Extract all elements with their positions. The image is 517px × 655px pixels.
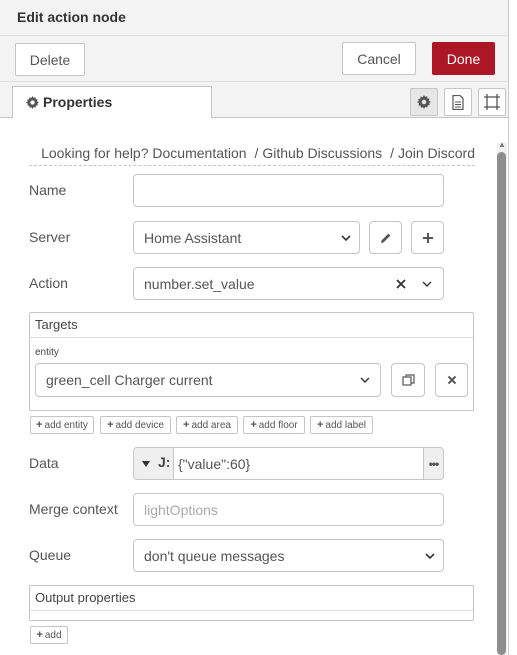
cancel-button[interactable]: Cancel: [342, 42, 416, 75]
clear-icon[interactable]: [396, 279, 406, 289]
plus-icon: +: [36, 629, 43, 641]
action-label: Action: [29, 275, 68, 291]
output-properties-panel: Output properties: [29, 585, 474, 621]
server-value: Home Assistant: [144, 229, 242, 246]
close-icon: [447, 375, 456, 385]
add-area-label: add area: [191, 419, 231, 431]
plus-icon: +: [183, 419, 190, 431]
edit-server-button[interactable]: [369, 221, 402, 254]
action-value: number.set_value: [144, 275, 255, 292]
name-label: Name: [29, 182, 67, 198]
action-combobox[interactable]: number.set_value: [133, 267, 444, 300]
plus-icon: +: [36, 419, 43, 431]
tab-description-button[interactable]: [444, 88, 472, 116]
add-device-button[interactable]: + add device: [100, 416, 171, 434]
name-input[interactable]: [133, 174, 444, 207]
add-output-button[interactable]: + add: [30, 626, 68, 644]
output-properties-title: Output properties: [35, 590, 136, 605]
remove-entity-button[interactable]: [435, 363, 468, 397]
entity-label: entity: [35, 347, 59, 358]
json-type-icon: J:: [158, 454, 171, 470]
data-label: Data: [29, 455, 59, 471]
plus-icon: [422, 232, 433, 243]
server-select[interactable]: Home Assistant: [133, 221, 360, 254]
targets-title: Targets: [35, 317, 78, 332]
add-output-label: add: [44, 629, 62, 641]
gear-icon: [417, 95, 431, 109]
tab-properties[interactable]: Properties: [12, 86, 212, 119]
plus-icon: +: [316, 419, 324, 431]
scrollbar-thumb[interactable]: [497, 152, 506, 655]
data-type-selector[interactable]: J:: [134, 448, 174, 479]
queue-select[interactable]: don't queue messages: [133, 539, 444, 572]
plus-icon: +: [250, 419, 257, 431]
ellipsis-icon: •••: [428, 456, 440, 471]
data-value[interactable]: {"value":60}: [178, 456, 250, 472]
entity-value: green_cell Charger current: [46, 372, 213, 388]
scroll-up-arrow[interactable]: ▲: [497, 140, 507, 150]
output-divider: [30, 610, 473, 611]
add-entity-button[interactable]: + add entity: [30, 416, 94, 434]
chevron-down-icon: [425, 553, 435, 560]
plus-icon: +: [107, 419, 114, 431]
add-floor-button[interactable]: + add floor: [243, 416, 305, 434]
copy-icon: [401, 374, 415, 386]
chevron-down-icon: [360, 377, 370, 383]
add-floor-label: add floor: [258, 419, 298, 431]
help-divider: [29, 165, 475, 166]
targets-divider: [30, 337, 473, 338]
github-discussions-link[interactable]: Github Discussions: [262, 145, 382, 161]
queue-label: Queue: [29, 547, 72, 563]
add-area-button[interactable]: + add area: [176, 416, 238, 434]
frame-icon: [484, 94, 500, 110]
tab-settings-button[interactable]: [410, 88, 438, 116]
gear-icon: [26, 96, 39, 109]
delete-button[interactable]: Delete: [15, 43, 85, 76]
chevron-down-icon: [341, 235, 351, 242]
help-separator: /: [254, 145, 259, 161]
tab-appearance-button[interactable]: [478, 88, 506, 116]
merge-context-label: Merge context: [29, 501, 118, 517]
expand-editor-button[interactable]: •••: [423, 448, 443, 479]
tab-properties-label: Properties: [43, 94, 113, 110]
add-server-button[interactable]: [411, 221, 444, 254]
help-separator: /: [390, 145, 394, 161]
join-discord-link[interactable]: Join Discord: [398, 145, 475, 161]
server-label: Server: [29, 229, 71, 245]
window-edge: [508, 0, 517, 655]
help-prefix: Looking for help?: [41, 145, 149, 161]
merge-context-input[interactable]: lightOptions: [133, 493, 444, 526]
merge-context-placeholder: lightOptions: [144, 501, 218, 518]
chevron-down-icon[interactable]: [422, 279, 432, 289]
dialog-titlebar: Edit action node: [0, 0, 508, 36]
dialog-title: Edit action node: [17, 9, 126, 25]
data-typed-input: J: {"value":60} •••: [133, 447, 444, 480]
add-label-label: add label: [325, 419, 367, 431]
caret-down-icon: [142, 461, 150, 467]
queue-value: don't queue messages: [144, 547, 285, 564]
entity-select[interactable]: green_cell Charger current: [35, 363, 381, 397]
done-button[interactable]: Done: [432, 42, 495, 75]
copy-entity-button[interactable]: [391, 363, 425, 397]
pencil-icon: [380, 233, 390, 243]
add-label-button[interactable]: + add label: [310, 416, 373, 434]
add-device-label: add device: [115, 419, 164, 431]
help-links: Looking for help? Documentation / Github …: [29, 145, 475, 165]
document-icon: [452, 94, 464, 110]
documentation-link[interactable]: Documentation: [152, 145, 246, 161]
add-entity-label: add entity: [44, 419, 88, 431]
